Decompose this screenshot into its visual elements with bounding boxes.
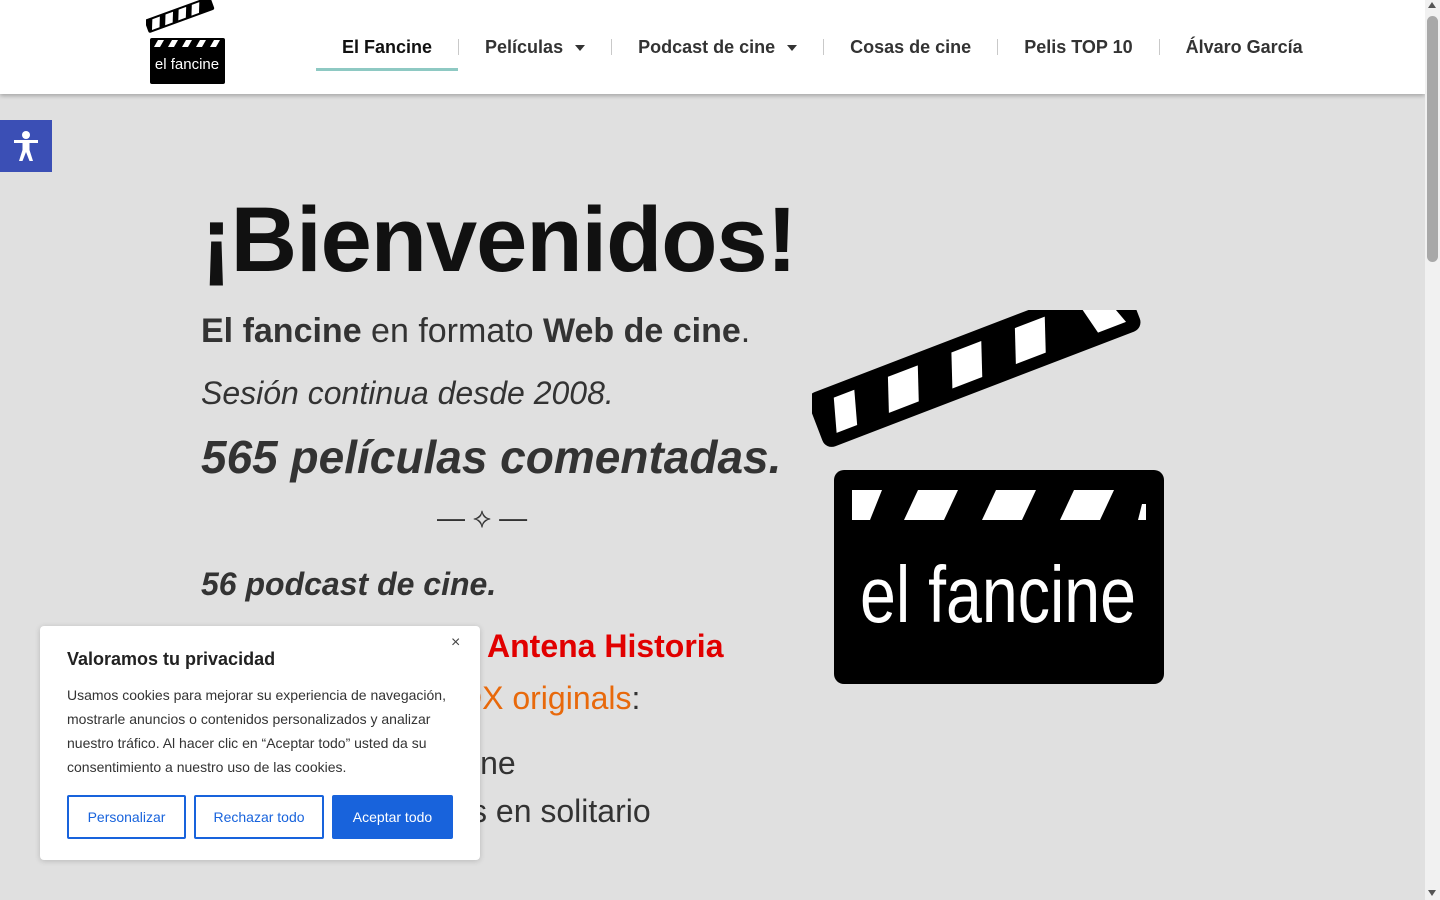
intro-text-2: . (740, 312, 751, 350)
nav-item-pelis-top-10[interactable]: Pelis TOP 10 (998, 0, 1158, 94)
clapperboard-icon: el fancine (808, 276, 1164, 684)
customize-button[interactable]: Personalizar (67, 795, 186, 839)
nav-label: Podcast de cine (638, 36, 776, 57)
originals-line: DX originals: (459, 680, 640, 717)
cookie-title: Valoramos tu privacidad (67, 649, 276, 669)
page-title: ¡Bienvenidos! (201, 189, 797, 291)
list-item-partial-2: s en solitario (471, 793, 651, 829)
antena-historia-link[interactable]: Antena Historia (487, 628, 723, 665)
nav-item-el-fancine[interactable]: El Fancine (316, 0, 459, 94)
page-scrollbar[interactable] (1425, 0, 1440, 900)
podcast-count-line: 56 podcast de cine. (201, 566, 497, 602)
scroll-down-arrow-icon[interactable] (1428, 890, 1436, 896)
originals-link[interactable]: DX originals (459, 680, 632, 716)
nav-item-podcast[interactable]: Podcast de cine (612, 0, 823, 94)
originals-colon: : (631, 680, 641, 716)
nav-label: Pelis TOP 10 (1024, 36, 1133, 57)
intro-text-1: en formato (361, 312, 544, 350)
hero-logo: el fancine (808, 276, 1172, 690)
section-divider: — ⟡ — (437, 502, 528, 533)
site-header: el fancine El Fancine Películas Podcast … (0, 0, 1425, 94)
close-icon[interactable]: × (451, 634, 460, 652)
cookie-consent-banner: × Valoramos tu privacidad Usamos cookies… (40, 626, 480, 860)
clapperboard-icon: el fancine (144, 0, 225, 84)
main-nav: El Fancine Películas Podcast de cine Cos… (316, 0, 1329, 94)
scroll-up-arrow-icon[interactable] (1428, 2, 1436, 8)
films-count-line: 565 películas comentadas. (201, 431, 782, 483)
nav-label: Cosas de cine (850, 36, 972, 57)
logo-text: el fancine (155, 56, 219, 73)
nav-label: Álvaro García (1185, 36, 1303, 57)
scroll-thumb[interactable] (1427, 16, 1438, 262)
accessibility-person-icon (14, 131, 38, 161)
accessibility-button[interactable] (0, 120, 52, 172)
caret-down-icon (575, 45, 586, 51)
since-line: Sesión continua desde 2008. (201, 375, 614, 411)
nav-label: Películas (485, 36, 564, 57)
intro-bold-1: El fancine (201, 312, 362, 350)
caret-down-icon (787, 45, 798, 51)
reject-all-button[interactable]: Rechazar todo (194, 795, 324, 839)
intro-bold-2: Web de cine (543, 312, 741, 350)
accept-all-button[interactable]: Aceptar todo (332, 795, 453, 839)
site-logo[interactable]: el fancine (144, 0, 228, 86)
nav-item-alvaro-garcia[interactable]: Álvaro García (1160, 0, 1329, 94)
nav-label: El Fancine (342, 36, 433, 57)
nav-item-peliculas[interactable]: Películas (459, 0, 611, 94)
cookie-description: Usamos cookies para mejorar su experienc… (67, 687, 446, 775)
nav-item-cosas-de-cine[interactable]: Cosas de cine (824, 0, 997, 94)
intro-line: El fancine en formato Web de cine. (201, 312, 750, 351)
hero-logo-text: el fancine (860, 550, 1136, 639)
